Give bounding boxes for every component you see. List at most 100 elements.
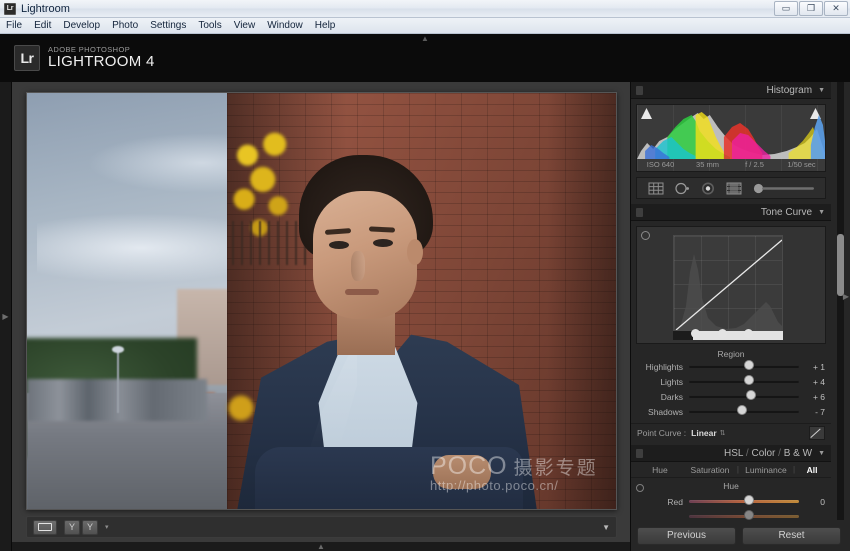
left-panel-collapse-arrow[interactable]: ▶	[0, 82, 12, 551]
adjustment-brush-icon[interactable]	[753, 183, 815, 194]
crop-overlay-icon[interactable]	[648, 182, 664, 195]
exif-iso: ISO 640	[646, 160, 675, 169]
exif-aperture: f / 2.5	[745, 160, 764, 169]
flag-right-icon[interactable]: Y	[82, 519, 98, 535]
toolbar-dropdown-caret-icon[interactable]: ▼	[602, 523, 610, 532]
red-eye-icon[interactable]	[701, 182, 715, 195]
slider-knob[interactable]	[746, 390, 757, 400]
loupe-view-button[interactable]	[33, 519, 57, 535]
toolbar-options-caret-icon[interactable]: ▾	[105, 523, 109, 531]
panel-pin-icon[interactable]	[636, 448, 643, 458]
app-icon: Lr	[4, 2, 16, 15]
slider-value[interactable]: - 7	[799, 407, 825, 417]
reset-button[interactable]: Reset	[742, 526, 841, 545]
hsl-title-slash: /	[745, 447, 749, 459]
chevron-down-icon[interactable]: ▼	[818, 209, 825, 216]
tone-curve-region-splits[interactable]	[673, 329, 783, 340]
close-button[interactable]: ✕	[824, 1, 848, 16]
edit-point-curve-button[interactable]	[809, 425, 825, 440]
slider-knob[interactable]	[744, 375, 754, 385]
slider-orange-hue[interactable]	[631, 509, 831, 520]
point-curve-value[interactable]: Linear	[691, 428, 717, 438]
scrollbar-thumb[interactable]	[837, 234, 844, 296]
menu-item-tools[interactable]: Tools	[198, 20, 221, 31]
develop-tool-strip	[636, 177, 826, 199]
histogram-graph[interactable]: ISO 640 35 mm f / 2.5 1/50 sec	[636, 104, 826, 172]
hsl-title-hsl[interactable]: HSL	[724, 448, 743, 459]
slider-darks[interactable]: Darks + 6	[631, 389, 831, 404]
hsl-tab-hue[interactable]: Hue	[637, 465, 683, 475]
right-panel-collapse-arrow[interactable]: ▶	[843, 292, 849, 301]
slider-track[interactable]	[689, 390, 799, 400]
targeted-adjustment-icon[interactable]	[641, 231, 650, 240]
photo-subject-nose	[351, 251, 365, 281]
slider-track[interactable]	[689, 510, 799, 520]
slider-lights[interactable]: Lights + 4	[631, 374, 831, 389]
slider-track[interactable]	[689, 405, 799, 415]
slider-shadows[interactable]: Shadows - 7	[631, 404, 831, 419]
histogram-exif: ISO 640 35 mm f / 2.5 1/50 sec	[637, 158, 825, 171]
slider-label: Red	[667, 496, 683, 507]
slider-value[interactable]: 0	[799, 497, 825, 507]
split-handle-midtones[interactable]	[718, 329, 727, 338]
tone-curve-panel-header[interactable]: Tone Curve ▼	[631, 204, 831, 221]
menu-item-photo[interactable]: Photo	[112, 20, 138, 31]
targeted-adjustment-icon[interactable]	[636, 484, 644, 492]
menu-item-help[interactable]: Help	[315, 20, 336, 31]
menu-item-view[interactable]: View	[234, 20, 256, 31]
slider-value[interactable]: + 4	[799, 377, 825, 387]
hsl-panel-header[interactable]: HSL / Color / B & W ▼	[631, 445, 831, 462]
slider-knob[interactable]	[744, 495, 754, 505]
hsl-title-color[interactable]: Color	[751, 448, 775, 459]
spot-removal-icon[interactable]	[674, 182, 690, 195]
tone-curve-plot[interactable]	[673, 235, 783, 331]
hsl-tab-saturation[interactable]: Saturation	[687, 465, 733, 475]
bottom-panel-collapse-arrow[interactable]: ▲	[12, 542, 630, 551]
slider-knob[interactable]	[744, 360, 754, 370]
slider-track[interactable]	[689, 495, 799, 505]
menu-item-develop[interactable]: Develop	[63, 20, 100, 31]
identity-plate: Lr ADOBE PHOTOSHOP LIGHTROOM 4	[14, 45, 155, 71]
slider-red-hue[interactable]: Red 0	[631, 494, 831, 509]
panel-pin-icon[interactable]	[636, 207, 643, 217]
panel-pin-icon[interactable]	[636, 85, 643, 95]
minimize-button[interactable]: ▭	[774, 1, 798, 16]
menu-item-edit[interactable]: Edit	[34, 20, 51, 31]
main-content: ▶ Y Y ▾ ▼ ▲ Histogram ▼ ISO 640 35 mm f …	[0, 82, 850, 551]
histogram-panel-header[interactable]: Histogram ▼	[631, 82, 831, 99]
chevron-down-icon[interactable]: ▼	[818, 450, 825, 457]
flag-left-icon[interactable]: Y	[64, 519, 80, 535]
right-panel-scrollbar[interactable]	[837, 82, 844, 520]
slider-value[interactable]: + 6	[799, 392, 825, 402]
split-handle-highlights[interactable]	[744, 329, 753, 338]
top-panel-collapse-arrow[interactable]: ▲	[0, 34, 850, 43]
photo-wall-vignette	[547, 93, 616, 509]
tone-curve-title: Tone Curve	[760, 206, 813, 218]
slider-knob[interactable]	[744, 510, 754, 520]
hsl-title-bw[interactable]: B & W	[784, 448, 812, 459]
slider-highlights[interactable]: Highlights + 1	[631, 359, 831, 374]
photo-subject-mouth	[345, 289, 379, 295]
slider-value[interactable]: + 1	[799, 362, 825, 372]
previous-button[interactable]: Previous	[637, 526, 736, 545]
slider-knob[interactable]	[737, 405, 748, 415]
slider-track[interactable]	[689, 360, 799, 370]
slider-label: Lights	[660, 376, 683, 387]
hsl-tab-luminance[interactable]: Luminance	[743, 465, 789, 475]
maximize-button[interactable]: ❐	[799, 1, 823, 16]
chevron-down-icon[interactable]: ▼	[818, 87, 825, 94]
menu-item-settings[interactable]: Settings	[150, 20, 186, 31]
split-handle-shadows[interactable]	[691, 329, 700, 338]
point-curve-stepper-icon[interactable]: ⇅	[720, 429, 726, 437]
slider-track[interactable]	[689, 375, 799, 385]
window-controls: ▭ ❐ ✕	[774, 1, 848, 16]
graduated-filter-icon[interactable]	[726, 182, 742, 195]
hsl-tab-all[interactable]: All	[799, 465, 825, 475]
photo-frame[interactable]	[26, 92, 617, 510]
photo-subject-eye	[373, 239, 393, 247]
menu-item-window[interactable]: Window	[267, 20, 303, 31]
maximize-icon: ❐	[806, 3, 816, 13]
tone-curve-graph[interactable]	[636, 226, 826, 344]
region-label: Region	[717, 349, 745, 359]
menu-item-file[interactable]: File	[6, 20, 22, 31]
